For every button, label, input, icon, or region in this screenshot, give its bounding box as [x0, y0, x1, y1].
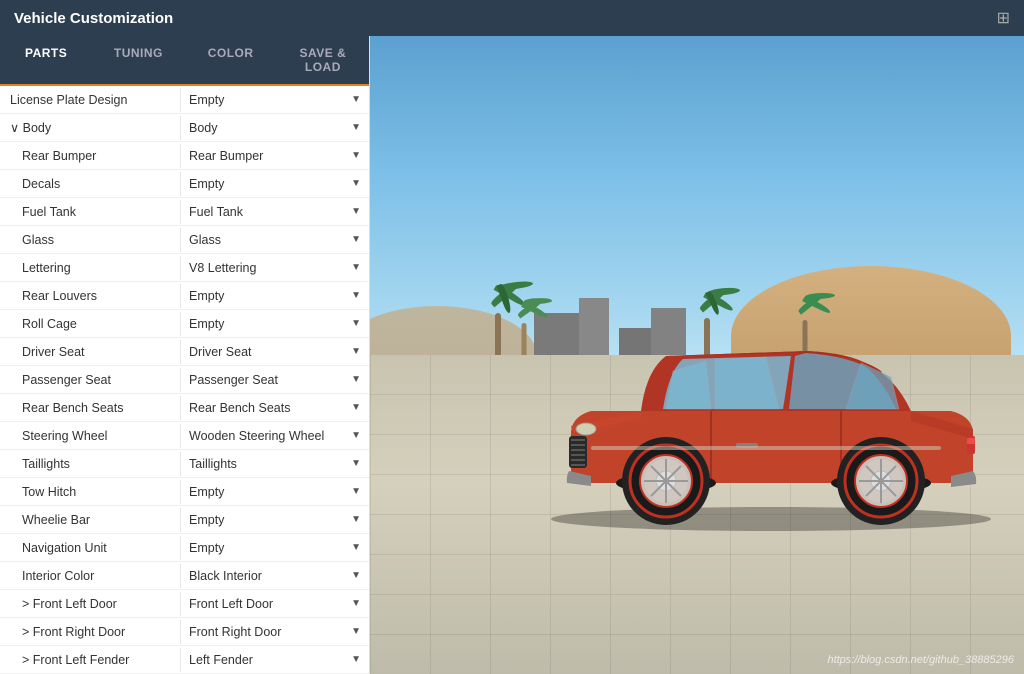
part-value: V8 Lettering: [181, 256, 343, 280]
content-area: PARTS TUNING COLOR SAVE & LOAD License P…: [0, 36, 1024, 674]
part-label: Rear Bench Seats: [0, 396, 180, 420]
dropdown-arrow-icon[interactable]: ▼: [343, 285, 369, 306]
game-viewport: https://blog.csdn.net/github_38885296: [370, 36, 1024, 674]
car-model: [511, 271, 991, 534]
dropdown-arrow-icon[interactable]: ▼: [343, 537, 369, 558]
part-label: Interior Color: [0, 564, 180, 588]
parts-row[interactable]: ∨ BodyBody▼: [0, 114, 369, 142]
dropdown-arrow-icon[interactable]: ▼: [343, 89, 369, 110]
parts-row[interactable]: Wheelie BarEmpty▼: [0, 506, 369, 534]
tab-tuning[interactable]: TUNING: [92, 36, 184, 84]
part-label: Lettering: [0, 256, 180, 280]
parts-list: License Plate DesignEmpty▼∨ BodyBody▼Rea…: [0, 86, 369, 674]
part-label: Steering Wheel: [0, 424, 180, 448]
dropdown-arrow-icon[interactable]: ▼: [343, 621, 369, 642]
parts-row[interactable]: LetteringV8 Lettering▼: [0, 254, 369, 282]
part-label: > Front Left Fender: [0, 648, 180, 672]
dropdown-arrow-icon[interactable]: ▼: [343, 257, 369, 278]
part-label: Rear Bumper: [0, 144, 180, 168]
parts-row[interactable]: Interior ColorBlack Interior▼: [0, 562, 369, 590]
part-label: > Front Left Door: [0, 592, 180, 616]
parts-row[interactable]: DecalsEmpty▼: [0, 170, 369, 198]
dropdown-arrow-icon[interactable]: ▼: [343, 173, 369, 194]
left-panel: PARTS TUNING COLOR SAVE & LOAD License P…: [0, 36, 370, 674]
parts-row[interactable]: License Plate DesignEmpty▼: [0, 86, 369, 114]
parts-row[interactable]: Rear BumperRear Bumper▼: [0, 142, 369, 170]
parts-row[interactable]: Steering WheelWooden Steering Wheel▼: [0, 422, 369, 450]
dropdown-arrow-icon[interactable]: ▼: [343, 229, 369, 250]
part-label: ∨ Body: [0, 115, 180, 140]
parts-row[interactable]: Rear LouversEmpty▼: [0, 282, 369, 310]
part-value: Front Right Door: [181, 620, 343, 644]
part-value: Empty: [181, 312, 343, 336]
dropdown-arrow-icon[interactable]: ▼: [343, 649, 369, 670]
part-label: > Front Right Door: [0, 620, 180, 644]
parts-row[interactable]: Roll CageEmpty▼: [0, 310, 369, 338]
dropdown-arrow-icon[interactable]: ▼: [343, 117, 369, 138]
app-window: Vehicle Customization ⊞ PARTS TUNING COL…: [0, 0, 1024, 674]
part-value: Empty: [181, 172, 343, 196]
tab-color[interactable]: COLOR: [185, 36, 277, 84]
part-label: Wheelie Bar: [0, 508, 180, 532]
part-label: Tow Hitch: [0, 480, 180, 504]
part-value: Body: [181, 116, 343, 140]
parts-row[interactable]: > Front Left FenderLeft Fender▼: [0, 646, 369, 674]
parts-row[interactable]: Passenger SeatPassenger Seat▼: [0, 366, 369, 394]
part-value: Left Fender: [181, 648, 343, 672]
parts-row[interactable]: Fuel TankFuel Tank▼: [0, 198, 369, 226]
parts-row[interactable]: TaillightsTaillights▼: [0, 450, 369, 478]
window-title: Vehicle Customization: [14, 10, 173, 27]
part-label: Taillights: [0, 452, 180, 476]
dropdown-arrow-icon[interactable]: ▼: [343, 481, 369, 502]
part-value: Glass: [181, 228, 343, 252]
tab-bar: PARTS TUNING COLOR SAVE & LOAD: [0, 36, 369, 86]
part-label: Passenger Seat: [0, 368, 180, 392]
part-label: Decals: [0, 172, 180, 196]
dropdown-arrow-icon[interactable]: ▼: [343, 425, 369, 446]
dropdown-arrow-icon[interactable]: ▼: [343, 341, 369, 362]
part-value: Fuel Tank: [181, 200, 343, 224]
part-value: Empty: [181, 508, 343, 532]
parts-row[interactable]: Navigation UnitEmpty▼: [0, 534, 369, 562]
part-value: Empty: [181, 284, 343, 308]
dropdown-arrow-icon[interactable]: ▼: [343, 369, 369, 390]
part-value: Front Left Door: [181, 592, 343, 616]
dropdown-arrow-icon[interactable]: ▼: [343, 509, 369, 530]
parts-row[interactable]: Rear Bench SeatsRear Bench Seats▼: [0, 394, 369, 422]
part-value: Passenger Seat: [181, 368, 343, 392]
part-value: Rear Bench Seats: [181, 396, 343, 420]
dropdown-arrow-icon[interactable]: ▼: [343, 313, 369, 334]
part-label: Navigation Unit: [0, 536, 180, 560]
title-bar: Vehicle Customization ⊞: [0, 0, 1024, 36]
part-label: Glass: [0, 228, 180, 252]
part-value: Taillights: [181, 452, 343, 476]
dropdown-arrow-icon[interactable]: ▼: [343, 201, 369, 222]
part-label: Roll Cage: [0, 312, 180, 336]
dropdown-arrow-icon[interactable]: ▼: [343, 593, 369, 614]
part-value: Black Interior: [181, 564, 343, 588]
parts-row[interactable]: Tow HitchEmpty▼: [0, 478, 369, 506]
part-value: Rear Bumper: [181, 144, 343, 168]
parts-row[interactable]: > Front Left DoorFront Left Door▼: [0, 590, 369, 618]
dropdown-arrow-icon[interactable]: ▼: [343, 453, 369, 474]
dropdown-arrow-icon[interactable]: ▼: [343, 397, 369, 418]
part-label: Fuel Tank: [0, 200, 180, 224]
dropdown-arrow-icon[interactable]: ▼: [343, 565, 369, 586]
part-value: Empty: [181, 480, 343, 504]
parts-row[interactable]: GlassGlass▼: [0, 226, 369, 254]
part-label: License Plate Design: [0, 88, 180, 112]
part-value: Wooden Steering Wheel: [181, 424, 343, 448]
part-value: Empty: [181, 536, 343, 560]
part-value: Empty: [181, 88, 343, 112]
window-icon[interactable]: ⊞: [997, 8, 1010, 28]
watermark: https://blog.csdn.net/github_38885296: [827, 654, 1014, 666]
tab-parts[interactable]: PARTS: [0, 36, 92, 86]
part-value: Driver Seat: [181, 340, 343, 364]
dropdown-arrow-icon[interactable]: ▼: [343, 145, 369, 166]
parts-row[interactable]: > Front Right DoorFront Right Door▼: [0, 618, 369, 646]
part-label: Rear Louvers: [0, 284, 180, 308]
part-label: Driver Seat: [0, 340, 180, 364]
tab-save-load[interactable]: SAVE & LOAD: [277, 36, 369, 84]
parts-row[interactable]: Driver SeatDriver Seat▼: [0, 338, 369, 366]
